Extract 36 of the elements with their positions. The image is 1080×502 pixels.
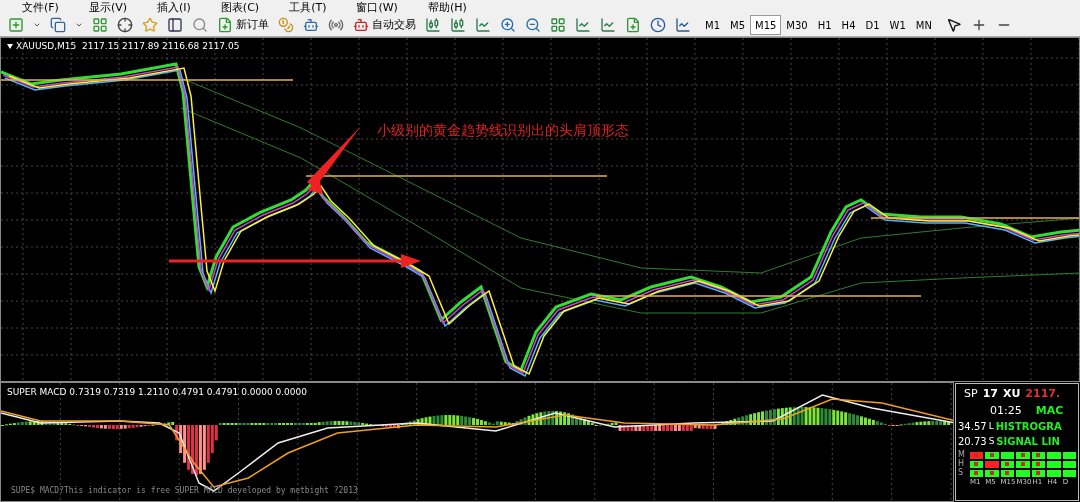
menu-item[interactable]: 图表(C) (220, 0, 260, 14)
timeframe-button[interactable]: M30 (781, 15, 813, 35)
timeframe-button[interactable]: M1 (700, 15, 725, 35)
timeframe-button[interactable]: W1 (884, 15, 911, 35)
annotation-text: 小级别的黄金趋势线识别出的头肩顶形态 (377, 121, 629, 140)
spread-label: SP (964, 386, 978, 402)
signal-letter: S (988, 434, 995, 448)
line-value: 34.57 (958, 420, 987, 434)
auto-trading-button[interactable]: 自动交易 (353, 16, 416, 34)
signal-value: 20.73 (958, 435, 987, 449)
timeframe-button[interactable]: H4 (836, 15, 861, 35)
timeframe-button[interactable]: M15 (750, 15, 782, 35)
histogram-label: HISTROGRA (995, 420, 1062, 434)
indicator-header: SUPER MACD 0.7319 0.7319 1.2110 0.4791 0.4791 0.0000 0.0000 (7, 386, 307, 399)
new-order-button[interactable]: 新订单 (217, 16, 269, 34)
menu-item[interactable]: 窗口(W) (356, 0, 398, 14)
menu-item[interactable]: 工具(T) (289, 0, 327, 14)
chart-header: XAUUSD,M15 2117.15 2117.89 2116.68 2117.05 (16, 40, 240, 53)
menu-item[interactable]: 插入(I) (157, 0, 191, 14)
symbol-label: XU (1002, 386, 1021, 402)
macd-label: MAC (1035, 402, 1064, 419)
signal-label: SIGNAL LIN (996, 435, 1060, 449)
menu-item[interactable]: 文件(F) (22, 0, 59, 14)
line-label: L (988, 419, 994, 433)
menu-item[interactable]: 显示(V) (88, 0, 128, 14)
time-value: 01:25 (990, 402, 1022, 419)
row-label: S (958, 469, 965, 477)
timeframe-button[interactable]: M5 (725, 15, 750, 35)
timeframe-button[interactable]: MN (910, 15, 937, 35)
row-label: M (958, 451, 966, 459)
spread-value: 17 (982, 386, 998, 402)
price-value: 2117. (1025, 386, 1061, 402)
row-label: H (958, 460, 965, 468)
timeframe-button[interactable]: D1 (860, 15, 885, 35)
timeframe-button[interactable]: H1 (812, 15, 837, 35)
menu-item[interactable]: 帮助(H) (427, 0, 467, 14)
